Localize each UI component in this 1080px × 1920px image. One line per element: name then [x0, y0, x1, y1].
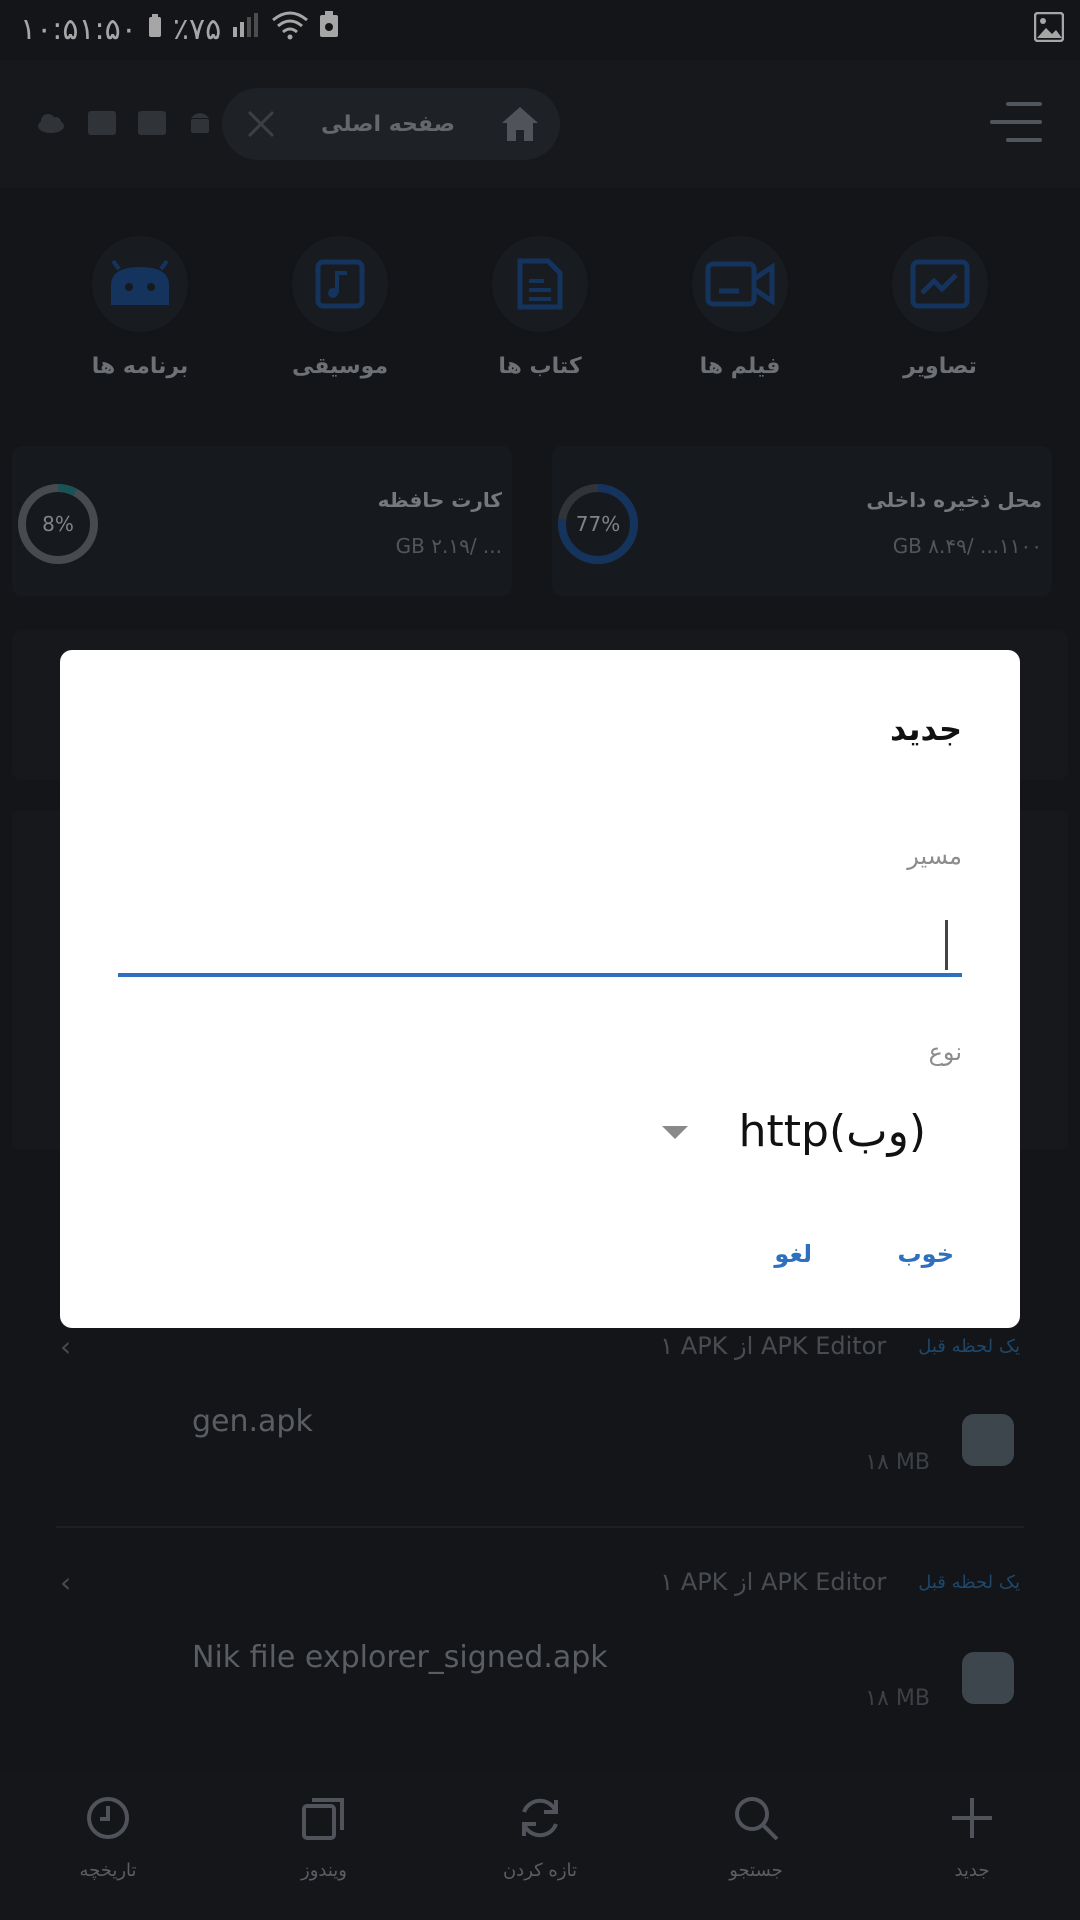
type-label: نوع	[928, 1038, 962, 1066]
new-location-dialog: جدید مسیر نوع http(وب) لغو خوب	[60, 650, 1020, 1328]
dialog-title: جدید	[889, 710, 962, 748]
ok-button[interactable]: خوب	[898, 1240, 954, 1268]
dropdown-arrow-icon[interactable]	[662, 1126, 688, 1139]
type-select[interactable]: http(وب)	[739, 1106, 926, 1157]
path-input[interactable]	[118, 905, 962, 977]
cancel-button[interactable]: لغو	[774, 1240, 812, 1268]
text-cursor	[945, 920, 948, 970]
path-label: مسیر	[907, 842, 962, 870]
